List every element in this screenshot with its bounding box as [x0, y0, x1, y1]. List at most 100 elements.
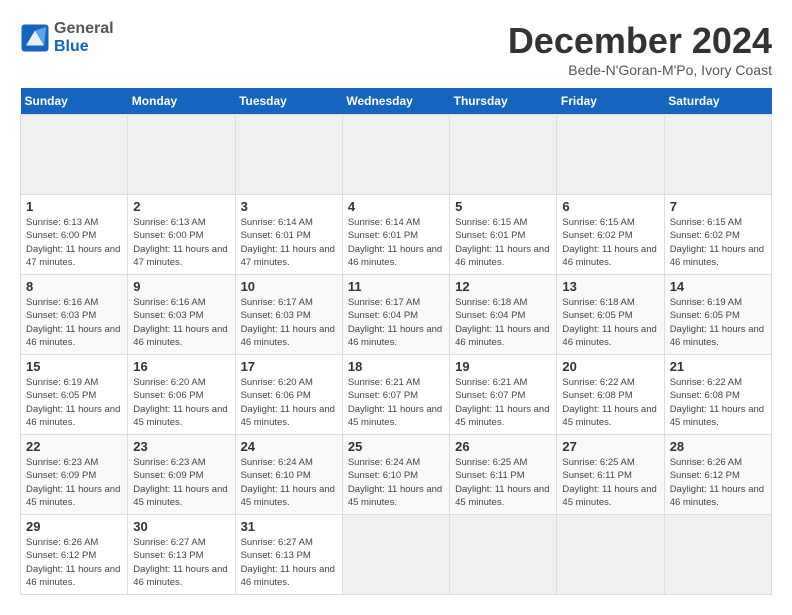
- day-number: 15: [26, 359, 122, 374]
- table-row: 11 Sunrise: 6:17 AMSunset: 6:04 PMDayligh…: [342, 275, 449, 355]
- day-number: 22: [26, 439, 122, 454]
- day-info: Sunrise: 6:23 AMSunset: 6:09 PMDaylight:…: [26, 456, 122, 509]
- table-row: [557, 115, 664, 195]
- table-row: 19Sunrise: 6:21 AMSunset: 6:07 PMDayligh…: [450, 355, 557, 435]
- table-row: 17Sunrise: 6:20 AMSunset: 6:06 PMDayligh…: [235, 355, 342, 435]
- day-number: 23: [133, 439, 229, 454]
- table-row: 20 Sunrise: 6:22 AMSunset: 6:08 PMDayligh…: [557, 355, 664, 435]
- day-number: 7: [670, 199, 766, 214]
- day-number: 26: [455, 439, 551, 454]
- day-info: Sunrise: 6:21 AMSunset: 6:07 PMDaylight:…: [455, 376, 551, 429]
- day-info: Sunrise: 6:26 AMSunset: 6:12 PMDaylight:…: [670, 456, 766, 509]
- day-number: 16: [133, 359, 229, 374]
- day-info: Sunrise: 6:13 AMSunset: 6:00 PMDaylight:…: [26, 216, 122, 269]
- location: Bede-N'Goran-M'Po, Ivory Coast: [508, 62, 772, 78]
- table-row: 18 Sunrise: 6:21 AMSunset: 6:07 PMDayligh…: [342, 355, 449, 435]
- table-row: [235, 115, 342, 195]
- day-number: 11: [348, 279, 444, 294]
- day-info: Sunrise: 6:24 AMSunset: 6:10 PMDaylight:…: [348, 456, 444, 509]
- day-number: 4: [348, 199, 444, 214]
- table-row: [664, 515, 771, 595]
- table-row: 12 Sunrise: 6:18 AMSunset: 6:04 PMDayligh…: [450, 275, 557, 355]
- day-info: Sunrise: 6:16 AMSunset: 6:03 PMDaylight:…: [133, 296, 229, 349]
- month-title: December 2024: [508, 20, 772, 62]
- col-saturday: Saturday: [664, 88, 771, 115]
- day-number: 9: [133, 279, 229, 294]
- table-row: 24 Sunrise: 6:24 AMSunset: 6:10 PMDayligh…: [235, 435, 342, 515]
- logo-text: General Blue: [54, 20, 114, 56]
- table-row: 4 Sunrise: 6:14 AMSunset: 6:01 PMDaylight…: [342, 195, 449, 275]
- day-info: Sunrise: 6:17 AMSunset: 6:03 PMDaylight:…: [241, 296, 337, 349]
- day-info: Sunrise: 6:25 AMSunset: 6:11 PMDaylight:…: [562, 456, 658, 509]
- day-number: 21: [670, 359, 766, 374]
- col-sunday: Sunday: [21, 88, 128, 115]
- table-row: 27 Sunrise: 6:25 AMSunset: 6:11 PMDayligh…: [557, 435, 664, 515]
- calendar-week-row: 15 Sunrise: 6:19 AMSunset: 6:05 PMDayligh…: [21, 355, 772, 435]
- day-info: Sunrise: 6:15 AMSunset: 6:01 PMDaylight:…: [455, 216, 551, 269]
- day-info: Sunrise: 6:19 AMSunset: 6:05 PMDaylight:…: [670, 296, 766, 349]
- day-number: 13: [562, 279, 658, 294]
- day-number: 31: [241, 519, 337, 534]
- calendar-week-row: [21, 115, 772, 195]
- table-row: 16Sunrise: 6:20 AMSunset: 6:06 PMDayligh…: [128, 355, 235, 435]
- day-number: 3: [241, 199, 337, 214]
- table-row: [128, 115, 235, 195]
- calendar-header-row: Sunday Monday Tuesday Wednesday Thursday…: [21, 88, 772, 115]
- table-row: 28 Sunrise: 6:26 AMSunset: 6:12 PMDayligh…: [664, 435, 771, 515]
- day-number: 12: [455, 279, 551, 294]
- day-info: Sunrise: 6:20 AMSunset: 6:06 PMDaylight:…: [241, 376, 337, 429]
- table-row: [557, 515, 664, 595]
- day-info: Sunrise: 6:26 AMSunset: 6:12 PMDaylight:…: [26, 536, 122, 589]
- day-number: 2: [133, 199, 229, 214]
- col-friday: Friday: [557, 88, 664, 115]
- table-row: 6Sunrise: 6:15 AMSunset: 6:02 PMDaylight…: [557, 195, 664, 275]
- day-number: 27: [562, 439, 658, 454]
- table-row: 25Sunrise: 6:24 AMSunset: 6:10 PMDayligh…: [342, 435, 449, 515]
- day-info: Sunrise: 6:25 AMSunset: 6:11 PMDaylight:…: [455, 456, 551, 509]
- table-row: 30 Sunrise: 6:27 AMSunset: 6:13 PMDayligh…: [128, 515, 235, 595]
- col-monday: Monday: [128, 88, 235, 115]
- day-number: 30: [133, 519, 229, 534]
- day-info: Sunrise: 6:13 AMSunset: 6:00 PMDaylight:…: [133, 216, 229, 269]
- day-info: Sunrise: 6:16 AMSunset: 6:03 PMDaylight:…: [26, 296, 122, 349]
- day-number: 18: [348, 359, 444, 374]
- day-info: Sunrise: 6:24 AMSunset: 6:10 PMDaylight:…: [241, 456, 337, 509]
- day-info: Sunrise: 6:14 AMSunset: 6:01 PMDaylight:…: [348, 216, 444, 269]
- day-info: Sunrise: 6:22 AMSunset: 6:08 PMDaylight:…: [562, 376, 658, 429]
- table-row: 8Sunrise: 6:16 AMSunset: 6:03 PMDaylight…: [21, 275, 128, 355]
- table-row: 2 Sunrise: 6:13 AMSunset: 6:00 PMDaylight…: [128, 195, 235, 275]
- day-number: 29: [26, 519, 122, 534]
- table-row: 15 Sunrise: 6:19 AMSunset: 6:05 PMDayligh…: [21, 355, 128, 435]
- day-info: Sunrise: 6:23 AMSunset: 6:09 PMDaylight:…: [133, 456, 229, 509]
- day-info: Sunrise: 6:15 AMSunset: 6:02 PMDaylight:…: [670, 216, 766, 269]
- logo: General Blue: [20, 20, 114, 56]
- day-info: Sunrise: 6:17 AMSunset: 6:04 PMDaylight:…: [348, 296, 444, 349]
- table-row: 10 Sunrise: 6:17 AMSunset: 6:03 PMDayligh…: [235, 275, 342, 355]
- table-row: [450, 515, 557, 595]
- table-row: 5 Sunrise: 6:15 AMSunset: 6:01 PMDaylight…: [450, 195, 557, 275]
- day-info: Sunrise: 6:22 AMSunset: 6:08 PMDaylight:…: [670, 376, 766, 429]
- col-thursday: Thursday: [450, 88, 557, 115]
- table-row: [664, 115, 771, 195]
- day-number: 5: [455, 199, 551, 214]
- table-row: 23 Sunrise: 6:23 AMSunset: 6:09 PMDayligh…: [128, 435, 235, 515]
- table-row: 3 Sunrise: 6:14 AMSunset: 6:01 PMDaylight…: [235, 195, 342, 275]
- table-row: [450, 115, 557, 195]
- calendar-week-row: 22 Sunrise: 6:23 AMSunset: 6:09 PMDayligh…: [21, 435, 772, 515]
- table-row: 31Sunrise: 6:27 AMSunset: 6:13 PMDayligh…: [235, 515, 342, 595]
- calendar-table: Sunday Monday Tuesday Wednesday Thursday…: [20, 88, 772, 595]
- day-number: 14: [670, 279, 766, 294]
- day-number: 28: [670, 439, 766, 454]
- day-info: Sunrise: 6:21 AMSunset: 6:07 PMDaylight:…: [348, 376, 444, 429]
- day-number: 10: [241, 279, 337, 294]
- day-info: Sunrise: 6:14 AMSunset: 6:01 PMDaylight:…: [241, 216, 337, 269]
- table-row: [21, 115, 128, 195]
- day-info: Sunrise: 6:19 AMSunset: 6:05 PMDaylight:…: [26, 376, 122, 429]
- day-number: 24: [241, 439, 337, 454]
- day-info: Sunrise: 6:18 AMSunset: 6:04 PMDaylight:…: [455, 296, 551, 349]
- table-row: 22 Sunrise: 6:23 AMSunset: 6:09 PMDayligh…: [21, 435, 128, 515]
- day-info: Sunrise: 6:27 AMSunset: 6:13 PMDaylight:…: [133, 536, 229, 589]
- table-row: 26 Sunrise: 6:25 AMSunset: 6:11 PMDayligh…: [450, 435, 557, 515]
- day-number: 1: [26, 199, 122, 214]
- day-number: 20: [562, 359, 658, 374]
